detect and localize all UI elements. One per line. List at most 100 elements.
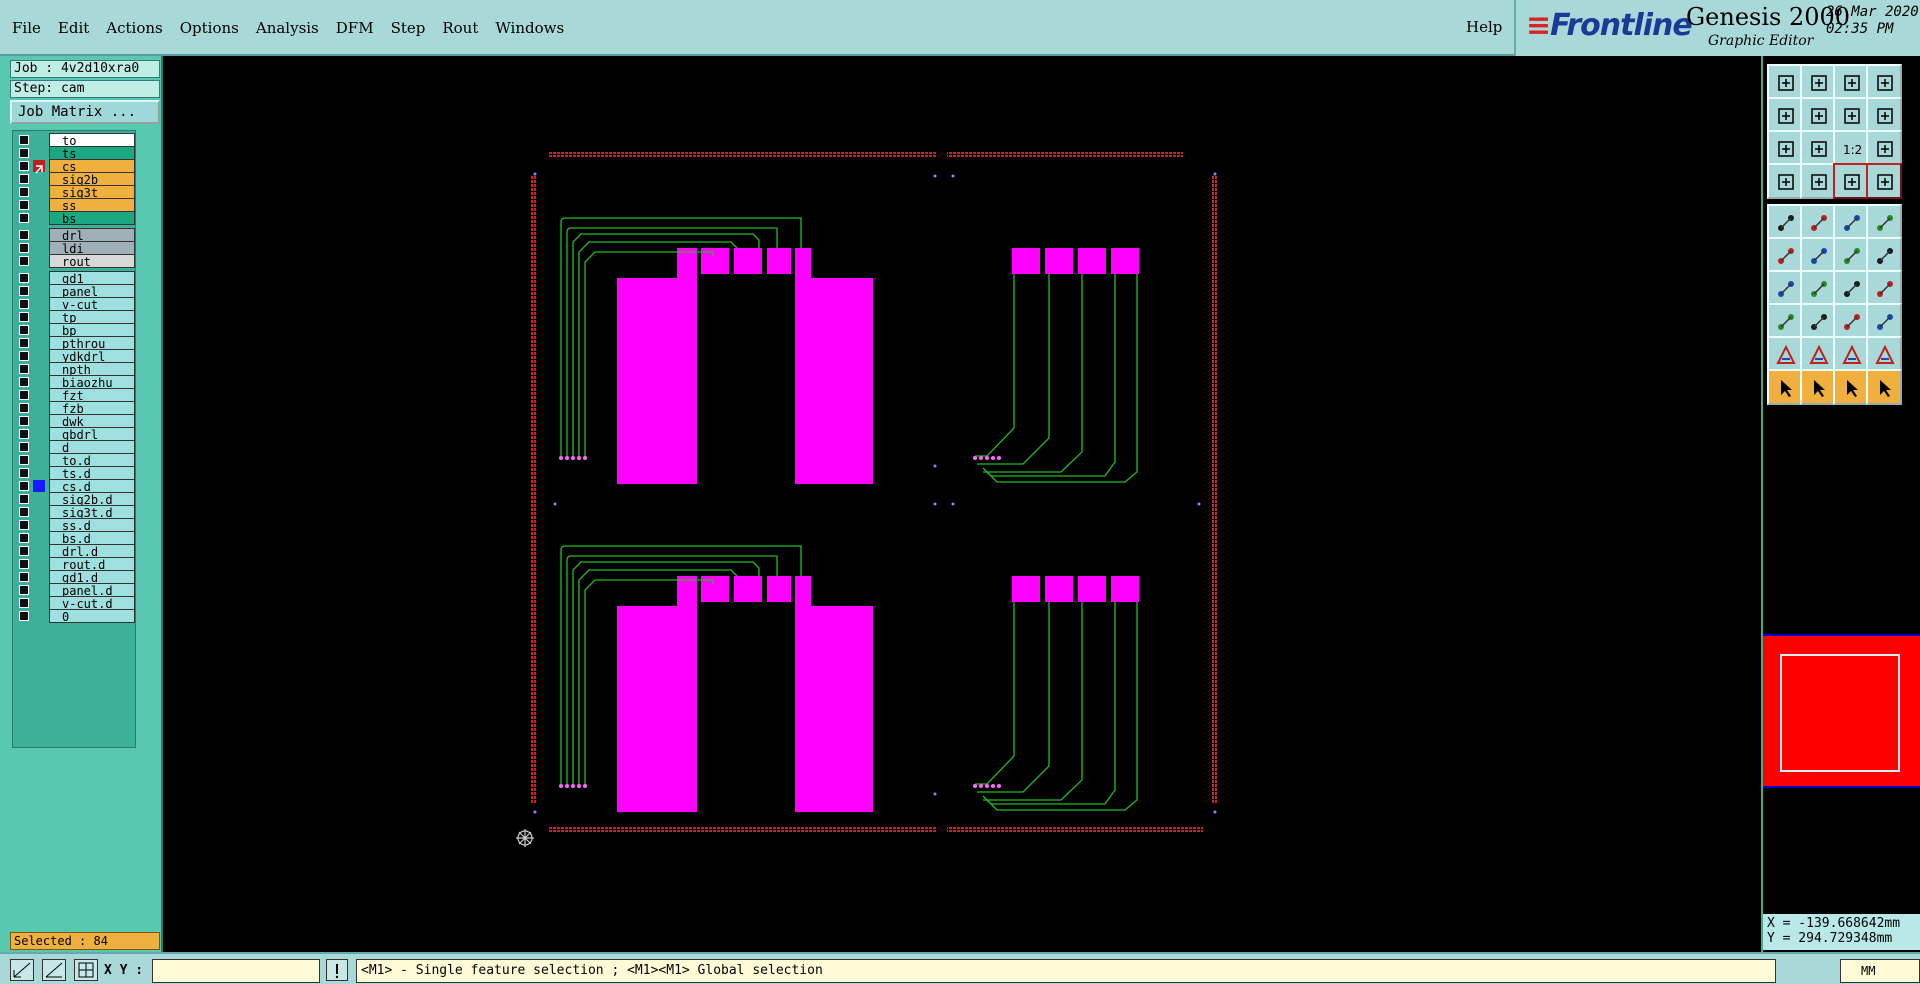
layer-row[interactable]: cs [13, 159, 137, 174]
layer-name[interactable]: gd1.d [49, 570, 135, 585]
layer-name[interactable]: dwk [49, 414, 135, 429]
layer-name[interactable]: panel [49, 284, 135, 299]
layer-checkbox[interactable] [19, 377, 29, 387]
layer-row[interactable]: ss.d [13, 518, 137, 533]
overview-map[interactable] [1763, 634, 1920, 788]
pointer4-tool-button[interactable] [1866, 369, 1902, 405]
layer-name[interactable]: bs [49, 211, 135, 226]
layer-name[interactable]: fzb [49, 401, 135, 416]
layer-checkbox[interactable] [19, 585, 29, 595]
pointer-tool-button[interactable] [1767, 369, 1803, 405]
layer-name[interactable]: to [49, 133, 135, 148]
layer-row[interactable]: bp [13, 323, 137, 338]
menu-dfm[interactable]: DFM [336, 19, 374, 37]
layer-checkbox[interactable] [19, 213, 29, 223]
layer-name[interactable]: sig2b.d [49, 492, 135, 507]
units-indicator[interactable]: MM [1840, 959, 1920, 983]
snap-mode-icon[interactable] [10, 959, 34, 981]
layer-name[interactable]: to.d [49, 453, 135, 468]
layer-checkbox[interactable] [19, 230, 29, 240]
layer-row[interactable]: sig3t.d [13, 505, 137, 520]
layer-checkbox[interactable] [19, 325, 29, 335]
layer-checkbox[interactable] [19, 533, 29, 543]
xy-input[interactable] [152, 959, 320, 983]
layer-name[interactable]: drl [49, 228, 135, 243]
layer-checkbox[interactable] [19, 148, 29, 158]
pointer3-tool-button[interactable] [1833, 369, 1869, 405]
layer-checkbox[interactable] [19, 390, 29, 400]
triangle-tool-button[interactable] [1767, 336, 1803, 372]
overview-viewport[interactable] [1780, 654, 1900, 772]
layer-row[interactable]: ydkdrl [13, 349, 137, 364]
layer-checkbox[interactable] [19, 256, 29, 266]
zoom-right-tool-button[interactable] [1800, 97, 1836, 133]
layer-checkbox[interactable] [19, 187, 29, 197]
layer-row[interactable]: panel.d [13, 583, 137, 598]
layer-row[interactable]: fzb [13, 401, 137, 416]
layer-checkbox[interactable] [19, 507, 29, 517]
layer-checkbox[interactable] [19, 174, 29, 184]
layer-checkbox[interactable] [19, 520, 29, 530]
layer-row[interactable]: v-cut.d [13, 596, 137, 611]
layer-name[interactable]: bs.d [49, 531, 135, 546]
layer-name[interactable]: ts.d [49, 466, 135, 481]
layer-name[interactable]: panel.d [49, 583, 135, 598]
layer-row[interactable]: cs.d [13, 479, 137, 494]
help-menu[interactable]: Help [1466, 18, 1502, 36]
layer-checkbox[interactable] [19, 429, 29, 439]
layer-row[interactable]: tp [13, 310, 137, 325]
layer-row[interactable]: drl.d [13, 544, 137, 559]
layer-name[interactable]: ydkdrl [49, 349, 135, 364]
layer-row[interactable]: 0 [13, 609, 137, 624]
layer-checkbox[interactable] [19, 403, 29, 413]
text-a3-tool-button[interactable] [1866, 336, 1902, 372]
layer-name[interactable]: pthrou [49, 336, 135, 351]
layer-name[interactable]: npth [49, 362, 135, 377]
layer-checkbox[interactable] [19, 200, 29, 210]
layer-row[interactable]: ss [13, 198, 137, 213]
move-tool-button[interactable] [1767, 303, 1803, 339]
zoom-center-tool-button[interactable] [1800, 130, 1836, 166]
copy-tool-button[interactable] [1866, 303, 1902, 339]
layer-up-tool-button[interactable] [1767, 64, 1803, 100]
angle-tool-button[interactable] [1767, 270, 1803, 306]
layer-row[interactable]: ldi [13, 241, 137, 256]
layer-name[interactable]: 0 [49, 609, 135, 624]
zoom-left-tool-button[interactable] [1767, 97, 1803, 133]
layer-name[interactable]: tp [49, 310, 135, 325]
flip-tool-button[interactable] [1866, 270, 1902, 306]
job-matrix-button[interactable]: Job Matrix ... [10, 100, 160, 124]
layer-checkbox[interactable] [19, 546, 29, 556]
layer-row[interactable]: drl [13, 228, 137, 243]
layer-name[interactable]: gd1 [49, 271, 135, 286]
layer-name[interactable]: drl.d [49, 544, 135, 559]
snap-tool-button[interactable] [1800, 163, 1836, 199]
text-a2-tool-button[interactable] [1833, 336, 1869, 372]
layer-name[interactable]: ss.d [49, 518, 135, 533]
layer-row[interactable]: bs.d [13, 531, 137, 546]
layer-checkbox[interactable] [19, 243, 29, 253]
layer-row[interactable]: gd1.d [13, 570, 137, 585]
layer-name[interactable]: rout [49, 254, 135, 269]
arc-tool-button[interactable] [1866, 237, 1902, 273]
layer-name[interactable]: ldi [49, 241, 135, 256]
layer-row[interactable]: gd1 [13, 271, 137, 286]
menu-actions[interactable]: Actions [106, 19, 162, 37]
pointer2-tool-button[interactable] [1800, 369, 1836, 405]
layer-checkbox[interactable] [19, 364, 29, 374]
menu-windows[interactable]: Windows [495, 19, 564, 37]
layer-checkbox[interactable] [19, 338, 29, 348]
layer-row[interactable]: npth [13, 362, 137, 377]
layer-checkbox[interactable] [19, 481, 29, 491]
layer-name[interactable]: cs.d [49, 479, 135, 494]
layer-checkbox[interactable] [19, 135, 29, 145]
scale-tool-button[interactable]: 1:2 [1833, 130, 1869, 166]
net2-tool-button[interactable] [1866, 163, 1902, 199]
layer-checkbox[interactable] [19, 611, 29, 621]
layer-name[interactable]: sig3t.d [49, 505, 135, 520]
layer-row[interactable]: rout [13, 254, 137, 269]
break-tool-button[interactable] [1800, 237, 1836, 273]
layer-name[interactable]: v-cut [49, 297, 135, 312]
angle-mode-icon[interactable] [42, 959, 66, 981]
add-pad-tool-button[interactable] [1767, 204, 1803, 240]
